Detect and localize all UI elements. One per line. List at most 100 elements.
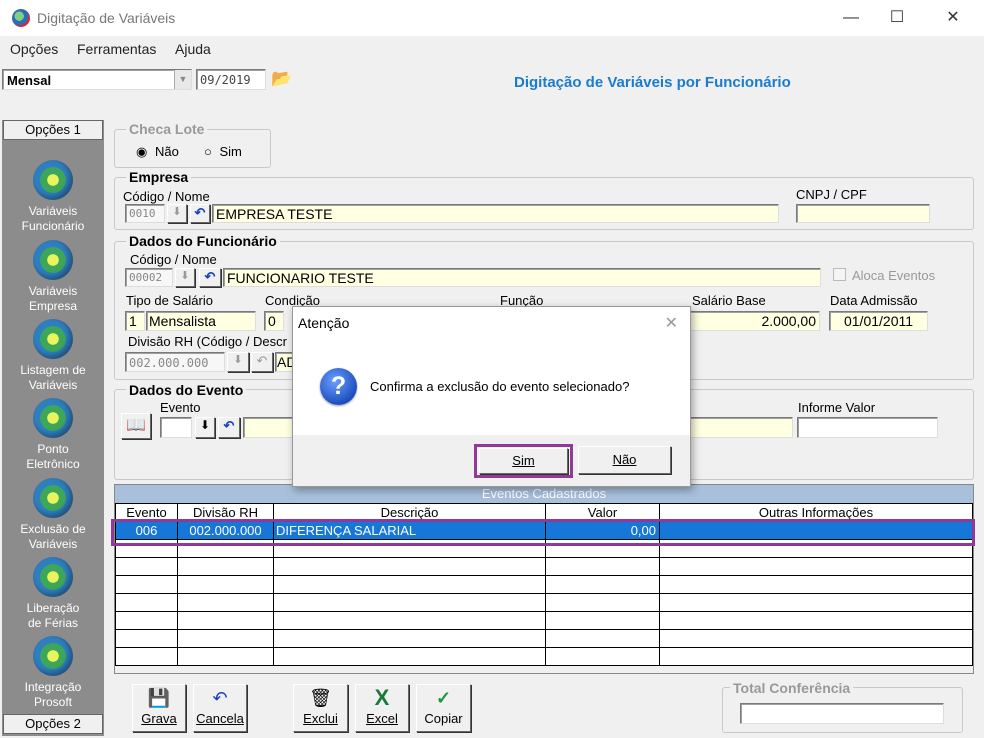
cnpj-input[interactable]	[796, 204, 930, 223]
sidebar-item-label: Liberação	[26, 601, 80, 615]
condicao-code[interactable]: 0	[264, 311, 284, 331]
chevron-down-icon[interactable]: ▼	[174, 70, 191, 89]
sidebar-item-integracao-prosoft[interactable]: Integração Prosoft	[3, 636, 103, 710]
tipo-salario-label: Tipo de Salário	[126, 293, 213, 308]
informe-valor-input[interactable]	[797, 417, 938, 438]
download-icon[interactable]: ⬇	[227, 352, 249, 372]
globe-icon	[33, 557, 73, 597]
empresa-name-input[interactable]: EMPRESA TESTE	[212, 204, 779, 223]
globe-icon	[33, 398, 73, 438]
funcionario-code-label: Código / Nome	[130, 252, 217, 267]
empresa-code-label: Código / Nome	[123, 189, 210, 204]
total-title: Total Conferência	[730, 680, 854, 696]
evento-code-input[interactable]	[160, 417, 192, 438]
sidebar-item-label: Integração	[24, 680, 82, 694]
data-admissao-label: Data Admissão	[830, 293, 918, 308]
events-grid: Eventos Cadastrados Evento Divisão RH De…	[114, 484, 974, 674]
radio-checked-icon: ◉	[136, 144, 148, 159]
undo-icon[interactable]: ↶	[190, 204, 210, 223]
sidebar-item-label: Funcionário	[21, 219, 85, 233]
grid-caption: Eventos Cadastrados	[115, 485, 973, 503]
radio-sim-label: Sim	[219, 144, 242, 159]
sidebar-item-label: Exclusão de	[20, 522, 86, 536]
period-type-value: Mensal	[7, 73, 52, 88]
check-icon: ✓	[435, 688, 452, 708]
radio-sim[interactable]: ○ Sim	[204, 144, 242, 159]
evento-label: Evento	[160, 400, 201, 415]
sidebar-item-ponto-eletronico[interactable]: Ponto Eletrônico	[3, 398, 103, 472]
globe-icon	[33, 636, 73, 676]
sidebar-item-label: Eletrônico	[26, 457, 80, 471]
grava-button[interactable]: 💾 Grava	[132, 684, 186, 732]
funcionario-name-input[interactable]: FUNCIONARIO TESTE	[223, 268, 821, 287]
sidebar-tab-opcoes-2[interactable]: Opções 2	[3, 714, 103, 734]
confirm-dialog: Atenção ✕ ? Confirma a exclusão do event…	[292, 306, 691, 487]
menu-ferramentas[interactable]: Ferramentas	[77, 41, 156, 57]
excel-label: Excel	[366, 711, 398, 726]
salario-base-value[interactable]: 2.000,00	[688, 311, 820, 331]
radio-unchecked-icon: ○	[204, 144, 212, 159]
funcionario-title: Dados do Funcionário	[126, 233, 280, 249]
folder-icon[interactable]: 📂	[270, 68, 294, 90]
divisao-rh-label: Divisão RH (Código / Descr	[128, 334, 287, 349]
sidebar-tab-opcoes-1[interactable]: Opções 1	[3, 120, 103, 140]
cnpj-label: CNPJ / CPF	[796, 187, 867, 202]
yes-highlight-box	[474, 444, 573, 478]
tipo-salario-name[interactable]: Mensalista	[146, 311, 256, 331]
undo-icon[interactable]: ↶	[251, 352, 273, 372]
dialog-message: Confirma a exclusão do evento selecionad…	[370, 379, 630, 394]
funcionario-code-input[interactable]: 00002	[125, 268, 173, 287]
close-icon[interactable]: ✕	[930, 6, 976, 30]
cancela-label: Cancela	[196, 711, 244, 726]
undo-icon[interactable]: ↶	[218, 417, 240, 438]
question-icon: ?	[320, 368, 357, 405]
row-highlight-box	[111, 519, 975, 546]
copiar-button[interactable]: ✓ Copiar	[416, 684, 471, 732]
radio-nao-label: Não	[154, 144, 179, 159]
sidebar-item-variaveis-empresa[interactable]: Variáveis Empresa	[3, 240, 103, 314]
book-icon[interactable]: 📖	[121, 413, 151, 439]
globe-icon	[33, 478, 73, 518]
aloca-eventos-label: Aloca Eventos	[852, 268, 936, 283]
grava-label: Grava	[141, 711, 177, 726]
download-icon[interactable]: ⬇	[195, 417, 215, 438]
empresa-code-input[interactable]: 0010	[125, 204, 165, 223]
menu-opcoes[interactable]: Opções	[10, 41, 58, 57]
save-icon: 💾	[147, 688, 171, 708]
window-title: Digitação de Variáveis	[37, 10, 176, 26]
sidebar-item-listagem-variaveis[interactable]: Listagem de Variáveis	[3, 319, 103, 393]
cancela-button[interactable]: ↶ Cancela	[193, 684, 247, 732]
data-admissao-value[interactable]: 01/01/2011	[829, 311, 928, 331]
menu-bar: Opções Ferramentas Ajuda	[0, 38, 984, 60]
radio-nao[interactable]: ◉ Não	[136, 144, 179, 160]
sidebar-item-label: Variáveis	[28, 284, 78, 298]
exclui-button[interactable]: 🗑 Exclui	[293, 684, 348, 732]
aloca-eventos-checkbox[interactable]	[833, 268, 846, 281]
undo-icon[interactable]: ↶	[199, 268, 221, 287]
minimize-icon[interactable]: —	[828, 6, 874, 30]
total-input[interactable]	[740, 703, 944, 724]
download-icon[interactable]: ⬇	[167, 204, 187, 223]
download-icon[interactable]: ⬇	[175, 268, 195, 287]
tipo-salario-code[interactable]: 1	[125, 311, 145, 331]
sidebar-item-label: Prosoft	[33, 695, 72, 709]
sidebar-item-exclusao-variaveis[interactable]: Exclusão de Variáveis	[3, 478, 103, 552]
period-type-select[interactable]: Mensal ▼	[2, 69, 192, 90]
divisao-code-input[interactable]: 002.000.000	[125, 352, 225, 372]
close-icon[interactable]: ✕	[665, 313, 678, 333]
excel-icon: X	[374, 685, 390, 710]
title-bar: Digitação de Variáveis — ☐ ✕	[0, 0, 984, 36]
excel-button[interactable]: X Excel	[355, 684, 409, 732]
exclui-label: Exclui	[303, 711, 338, 726]
sidebar-item-variaveis-funcionario[interactable]: Variáveis Funcionário	[3, 160, 103, 234]
checa-lote-title: Checa Lote	[126, 121, 208, 137]
evento-title: Dados do Evento	[126, 382, 247, 398]
no-button[interactable]: Não	[578, 446, 671, 474]
sidebar-item-label: Ponto	[37, 442, 69, 456]
maximize-icon[interactable]: ☐	[874, 6, 920, 30]
globe-icon	[33, 240, 73, 280]
period-input[interactable]: 09/2019	[196, 69, 266, 90]
menu-ajuda[interactable]: Ajuda	[175, 41, 211, 57]
sidebar-item-liberacao-ferias[interactable]: Liberação de Férias	[3, 557, 103, 631]
sidebar-item-label: Variáveis	[28, 537, 78, 551]
